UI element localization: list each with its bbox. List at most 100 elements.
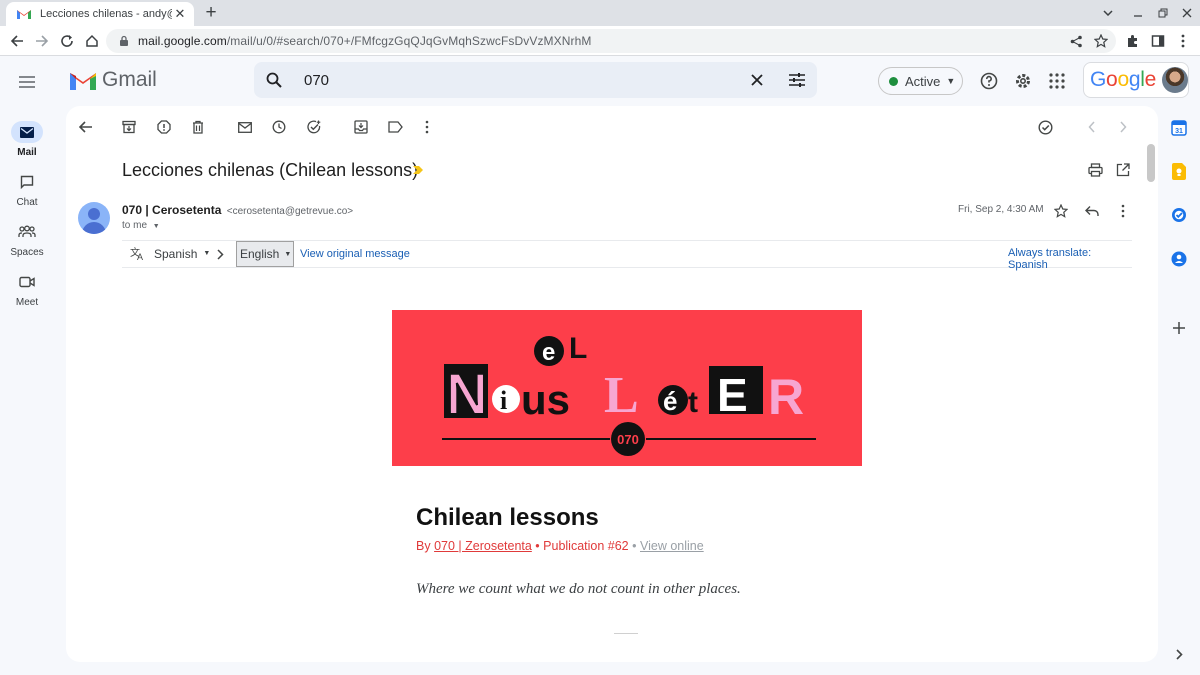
rail-item-chat[interactable]: Chat <box>0 171 54 208</box>
reply-icon[interactable] <box>1082 201 1102 221</box>
gmail-logo[interactable]: Gmail <box>70 68 157 92</box>
target-language: English <box>240 247 280 261</box>
svg-text:R: R <box>768 369 804 425</box>
forward-icon[interactable] <box>32 31 52 51</box>
search-input[interactable]: 070 <box>304 72 737 89</box>
svg-text:A: A <box>137 252 143 261</box>
keep-icon[interactable] <box>1169 161 1189 181</box>
svg-text:31: 31 <box>1175 128 1183 135</box>
tab-title: Lecciones chilenas - andy@wolb <box>40 8 172 20</box>
expand-side-panel-icon[interactable] <box>1169 644 1189 664</box>
svg-text:N: N <box>446 362 488 427</box>
sender-line: 070 | Cerosetenta <cerosetenta@getrevue.… <box>122 203 353 217</box>
label-icon[interactable] <box>385 117 405 137</box>
tab-search-icon[interactable] <box>1098 3 1118 23</box>
add-to-tasks-icon[interactable] <box>304 117 324 137</box>
svg-text:e: e <box>542 339 555 366</box>
tasks-check-icon[interactable] <box>1035 117 1055 137</box>
search-options-icon[interactable] <box>777 62 817 98</box>
gmail-m-icon <box>70 73 96 90</box>
browser-toolbar: mail.google.com/mail/u/0/#search/070+/FM… <box>0 26 1200 56</box>
extensions-icon[interactable] <box>1123 31 1143 51</box>
archive-icon[interactable] <box>119 117 139 137</box>
newsletter-byline: By 070 | Zerosetenta • Publication #62 •… <box>416 539 704 553</box>
close-window-icon[interactable] <box>1177 3 1197 23</box>
snooze-clock-icon[interactable] <box>269 117 289 137</box>
tab-close-icon[interactable]: ✕ <box>172 6 188 22</box>
tasks-icon[interactable] <box>1169 205 1189 225</box>
browser-menu-icon[interactable] <box>1173 31 1193 51</box>
status-dropdown[interactable]: Active ▼ <box>878 67 963 95</box>
settings-gear-icon[interactable] <box>1012 70 1034 92</box>
restore-icon[interactable] <box>1153 3 1173 23</box>
spaces-icon <box>11 221 43 243</box>
open-in-new-window-icon[interactable] <box>1113 160 1133 180</box>
bookmark-star-icon[interactable] <box>1091 31 1111 51</box>
byline-prefix: By <box>416 539 435 553</box>
side-panel-icon[interactable] <box>1148 31 1168 51</box>
google-letter: o <box>1106 68 1118 91</box>
status-dot <box>889 76 898 86</box>
minimize-icon[interactable] <box>1128 3 1148 23</box>
google-letter: e <box>1144 68 1157 91</box>
search-icon[interactable] <box>254 62 294 98</box>
view-online-link[interactable]: View online <box>640 539 704 553</box>
account-avatar[interactable] <box>1161 67 1188 93</box>
rail-item-spaces[interactable]: Spaces <box>0 221 54 258</box>
google-account-button[interactable]: Google <box>1083 62 1189 98</box>
svg-text:L: L <box>569 332 587 365</box>
caret-down-icon[interactable]: ▼ <box>153 223 160 230</box>
more-vert-icon[interactable] <box>417 117 437 137</box>
newsletter-tagline: Where we count what we do not count in o… <box>416 581 741 597</box>
main-menu-icon[interactable] <box>15 70 39 94</box>
search-bar[interactable]: 070 <box>254 62 817 98</box>
move-to-icon[interactable] <box>351 117 371 137</box>
contacts-icon[interactable] <box>1169 249 1189 269</box>
report-spam-icon[interactable] <box>154 117 174 137</box>
rail-item-mail[interactable]: Mail <box>0 121 54 158</box>
new-tab-button[interactable]: + <box>201 3 221 23</box>
view-original-link[interactable]: View original message <box>300 248 410 260</box>
reload-icon[interactable] <box>57 31 77 51</box>
clear-search-icon[interactable] <box>737 62 777 98</box>
google-letter: G <box>1090 68 1107 91</box>
important-marker-icon[interactable] <box>412 164 424 176</box>
message-view: Lecciones chilenas (Chilean lessons) 070… <box>66 106 1158 662</box>
browser-tab-strip: Lecciones chilenas - andy@wolb ✕ + <box>0 0 1200 26</box>
star-icon[interactable] <box>1051 201 1071 221</box>
newsletter-banner: e L N i us L é t E R 070 <box>392 310 862 466</box>
rail-label-meet: Meet <box>15 297 39 308</box>
share-icon[interactable] <box>1066 31 1086 51</box>
print-icon[interactable] <box>1085 160 1105 180</box>
recipient-details[interactable]: to me ▼ <box>122 220 160 231</box>
google-letter: o <box>1117 68 1129 91</box>
older-chevron-right-icon[interactable] <box>1113 117 1133 137</box>
author-link[interactable]: 070 | Zerosetenta <box>434 539 532 553</box>
sender-name[interactable]: 070 | Cerosetenta <box>122 203 221 217</box>
url-host: mail.google.com <box>138 34 227 48</box>
calendar-icon[interactable]: 31 <box>1169 118 1189 138</box>
sender-avatar[interactable] <box>78 202 110 234</box>
mail-icon <box>11 121 43 143</box>
address-bar[interactable]: mail.google.com/mail/u/0/#search/070+/FM… <box>106 29 1116 53</box>
home-icon[interactable] <box>82 31 102 51</box>
scrollbar-thumb[interactable] <box>1147 144 1155 182</box>
always-translate-link[interactable]: Always translate: Spanish <box>1008 247 1132 271</box>
source-language: Spanish <box>154 246 198 261</box>
recipient-text: to me <box>122 220 148 231</box>
delete-trash-icon[interactable] <box>188 117 208 137</box>
svg-text:070: 070 <box>617 432 639 447</box>
back-to-list-icon[interactable] <box>76 117 96 137</box>
source-language-dropdown[interactable]: 文A Spanish ▼ <box>130 246 210 261</box>
back-icon[interactable] <box>7 31 27 51</box>
target-language-dropdown[interactable]: English ▼ <box>236 241 294 267</box>
newer-chevron-left-icon[interactable] <box>1082 117 1102 137</box>
url-path: /mail/u/0/#search/070+/FMfcgzGqQJqGvMqhS… <box>226 34 592 48</box>
rail-item-meet[interactable]: Meet <box>0 271 54 308</box>
apps-grid-icon[interactable] <box>1046 70 1068 92</box>
mark-unread-icon[interactable] <box>235 117 255 137</box>
message-more-icon[interactable] <box>1113 201 1133 221</box>
add-addon-icon[interactable] <box>1169 318 1189 338</box>
browser-tab[interactable]: Lecciones chilenas - andy@wolb ✕ <box>6 2 194 26</box>
help-icon[interactable] <box>978 70 1000 92</box>
